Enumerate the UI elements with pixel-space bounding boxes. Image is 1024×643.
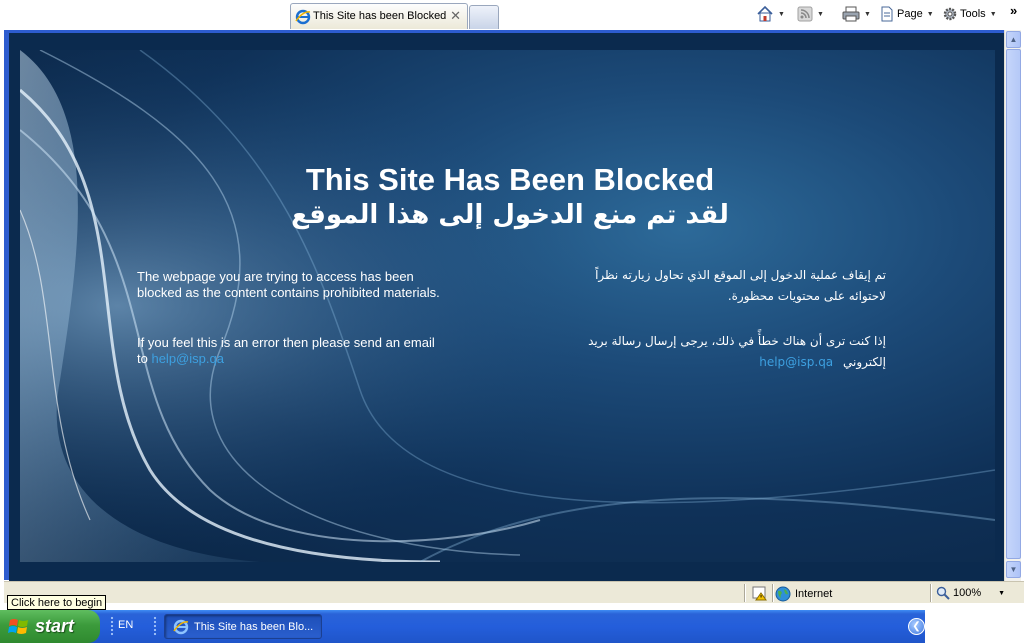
toolbar-overflow-button[interactable]: » <box>1010 0 1017 20</box>
ie-logo-icon <box>295 9 311 28</box>
chevron-down-icon[interactable]: ▼ <box>778 11 785 18</box>
page-icon <box>881 6 893 22</box>
security-warning-icon[interactable] <box>752 585 768 604</box>
message-en-paragraph-1: The webpage you are trying to access has… <box>137 269 440 300</box>
zone-label: Internet <box>795 588 833 600</box>
language-indicator[interactable]: EN <box>118 619 133 631</box>
help-email-link[interactable]: help@isp.qa <box>151 351 223 366</box>
new-tab-button[interactable] <box>469 5 499 29</box>
printer-icon <box>842 6 860 22</box>
message-ar-text: إذا كنت ترى أن هناك خطأً في ذلك، يرجى إر… <box>588 334 886 369</box>
taskbar-grip[interactable] <box>110 616 114 636</box>
gear-icon <box>943 7 957 21</box>
print-button[interactable]: ▼ <box>842 4 871 24</box>
status-divider <box>744 584 746 602</box>
chevron-down-icon[interactable]: ▼ <box>998 590 1005 597</box>
system-tray <box>925 610 1024 643</box>
zoom-control[interactable]: 100% ▼ <box>936 586 1005 600</box>
taskbar-window-title: This Site has been Blo... <box>194 620 314 633</box>
status-bar: Internet 100% ▼ <box>4 581 1024 603</box>
status-divider <box>930 584 932 602</box>
browser-tab[interactable]: This Site has been Blocked ✕ <box>290 3 468 29</box>
scroll-down-button[interactable]: ▼ <box>1006 561 1021 578</box>
vertical-scrollbar[interactable]: ▲ ▼ <box>1004 30 1021 581</box>
zoom-level: 100% <box>953 587 982 599</box>
tab-title: This Site has been Blocked <box>313 10 447 22</box>
windows-taskbar: start EN This Site has been Blo... ❮ <box>0 610 1024 643</box>
chevron-down-icon: ▼ <box>989 10 997 18</box>
page-title-arabic: لقد تم منع الدخول إلى هذا الموقع <box>291 200 729 230</box>
message-ar-paragraph-2: إذا كنت ترى أن هناك خطأً في ذلك، يرجى إر… <box>585 331 886 373</box>
browser-toolbar: This Site has been Blocked ✕ ▼ ▼ ▼ Page … <box>0 0 1024 30</box>
tab-close-icon[interactable]: ✕ <box>450 8 461 24</box>
message-ar-paragraph-1: تم إيقاف عملية الدخول إلى الموقع الذي تح… <box>595 268 886 303</box>
home-button[interactable]: ▼ <box>756 4 785 24</box>
chevron-down-icon: ▼ <box>926 10 934 18</box>
help-email-link-arabic[interactable]: help@isp.qa <box>759 352 833 373</box>
page-menu-label: Page <box>897 8 923 20</box>
chevron-down-icon[interactable]: ▼ <box>864 11 871 18</box>
start-button[interactable]: start <box>0 610 100 643</box>
page-menu-button[interactable]: Page ▼ <box>879 4 934 24</box>
scroll-thumb[interactable] <box>1006 49 1021 559</box>
status-divider <box>772 584 774 602</box>
chevron-down-icon[interactable]: ▼ <box>817 11 824 18</box>
start-label: start <box>35 616 75 636</box>
home-icon <box>757 5 773 22</box>
ie-logo-icon <box>173 619 189 634</box>
tray-expand-icon[interactable]: ❮ <box>908 618 925 635</box>
tools-menu-button[interactable]: Tools ▼ <box>942 4 997 24</box>
taskbar-window-button[interactable]: This Site has been Blo... <box>164 614 322 639</box>
security-zone[interactable]: Internet <box>775 586 832 602</box>
taskbar-grip[interactable] <box>153 616 157 636</box>
tools-menu-label: Tools <box>960 8 986 20</box>
message-en-paragraph-2: If you feel this is an error then please… <box>137 335 447 367</box>
magnifier-icon <box>936 586 950 600</box>
page-title: This Site Has Been Blocked <box>305 162 715 197</box>
rss-feed-icon <box>797 6 813 22</box>
feeds-button[interactable]: ▼ <box>797 4 824 24</box>
windows-logo-icon <box>8 618 28 634</box>
blocked-banner: This Site Has Been Blocked لقد تم منع ال… <box>20 50 995 562</box>
scroll-up-button[interactable]: ▲ <box>1006 31 1021 48</box>
start-tooltip: Click here to begin <box>7 595 107 610</box>
page-content: This Site Has Been Blocked لقد تم منع ال… <box>9 33 1004 581</box>
globe-icon <box>775 586 791 602</box>
